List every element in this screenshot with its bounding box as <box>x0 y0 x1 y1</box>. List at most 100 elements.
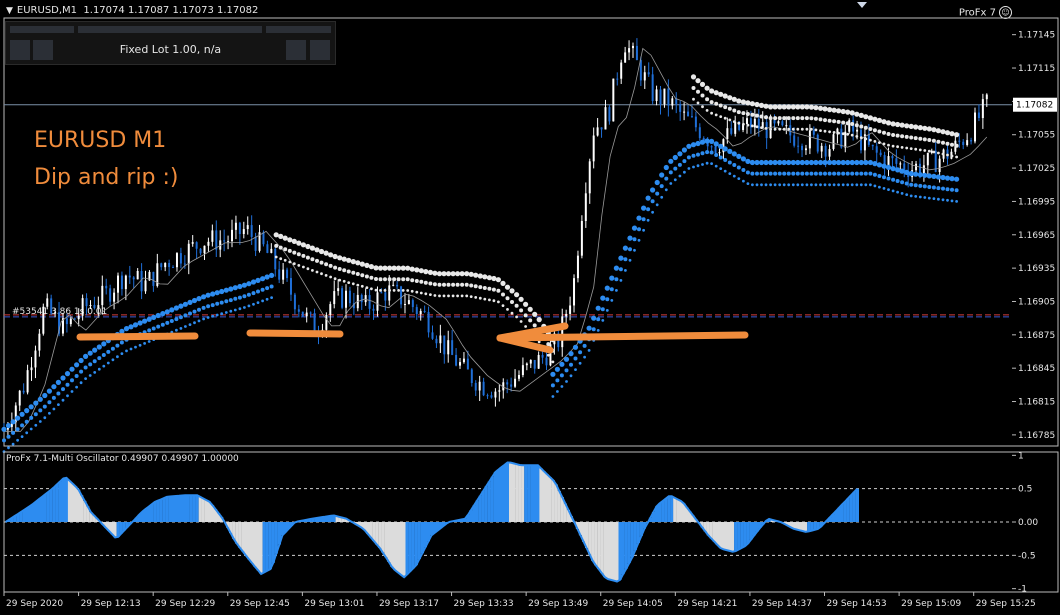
blue-signal-dot <box>819 183 822 187</box>
candle-body <box>26 370 29 393</box>
white-signal-dot <box>488 298 491 302</box>
blue-signal-dot <box>641 217 646 222</box>
white-signal-dot <box>817 105 824 111</box>
oscillator-bar <box>414 522 418 566</box>
blue-signal-dot <box>74 374 79 378</box>
candle-body <box>160 263 163 268</box>
white-signal-dot <box>819 129 822 133</box>
blue-signal-dot <box>741 168 746 172</box>
oscillator-bar <box>408 522 412 572</box>
blue-signal-dot <box>97 356 102 361</box>
white-signal-dot <box>501 304 505 307</box>
oscillator-bar <box>509 462 513 522</box>
white-signal-dot <box>391 265 397 271</box>
white-signal-dot <box>546 353 550 357</box>
blue-signal-dot <box>646 207 651 212</box>
blue-signal-dot <box>895 167 901 173</box>
candle-body <box>808 130 811 149</box>
blue-signal-dot <box>42 404 47 409</box>
white-signal-dot <box>501 292 505 297</box>
blue-signal-dot <box>728 172 732 176</box>
oscillator-bar <box>852 491 856 522</box>
candle-body <box>576 255 579 279</box>
blue-signal-dot <box>243 306 246 309</box>
oscillator-bar <box>61 478 65 522</box>
white-signal-dot <box>506 308 509 311</box>
blue-signal-dot <box>132 322 139 328</box>
candle-body <box>569 305 572 314</box>
white-signal-dot <box>813 105 819 111</box>
oscillator-bar <box>536 465 540 522</box>
white-signal-dot <box>464 282 469 287</box>
candle-body <box>85 298 88 307</box>
oscillator-bar <box>64 477 68 522</box>
blue-signal-dot <box>260 276 266 282</box>
oscillator-bar <box>55 484 59 522</box>
white-signal-dot <box>755 125 759 129</box>
blue-signal-dot <box>896 190 899 194</box>
white-signal-dot <box>324 262 329 267</box>
oscillator-bar <box>37 499 41 522</box>
white-signal-dot <box>709 88 715 94</box>
blue-signal-dot <box>850 171 855 176</box>
blue-signal-dot <box>587 349 591 352</box>
blue-signal-dot <box>160 322 165 327</box>
blue-signal-dot <box>945 187 950 192</box>
oscillator-bar <box>250 522 254 563</box>
candle-body <box>191 242 194 244</box>
blue-signal-dot <box>877 174 882 178</box>
candle-body <box>439 335 442 344</box>
blue-signal-dot <box>619 279 623 282</box>
candle-body <box>573 278 576 306</box>
candle-body <box>289 278 292 295</box>
oscillator-bar <box>150 504 154 522</box>
blue-signal-dot <box>760 183 763 187</box>
oscillator-bar <box>259 522 263 574</box>
blue-signal-dot <box>197 319 201 323</box>
blue-signal-dot <box>206 316 210 319</box>
blue-signal-dot <box>659 184 664 189</box>
blue-signal-dot <box>637 238 641 242</box>
oscillator-bar <box>588 522 592 555</box>
x-tick-label: 29 Sep 13:01 <box>304 599 364 609</box>
blue-signal-dot <box>56 391 61 396</box>
blue-signal-dot <box>250 279 257 285</box>
white-signal-dot <box>423 280 428 285</box>
price-chart[interactable]: 1.171451.171151.170851.170551.170251.169… <box>0 0 1060 615</box>
oscillator-bar <box>557 490 561 522</box>
blue-signal-dot <box>210 303 215 308</box>
white-signal-dot <box>900 134 905 139</box>
blue-signal-dot <box>718 155 723 160</box>
blue-signal-dot <box>727 148 733 154</box>
white-signal-dot <box>723 116 727 120</box>
oscillator-bar <box>153 502 157 522</box>
white-signal-dot <box>328 263 333 268</box>
white-signal-dot <box>383 289 387 292</box>
candle-body <box>380 292 383 294</box>
blue-signal-dot <box>7 446 10 450</box>
white-signal-dot <box>333 277 337 281</box>
candle-body <box>726 128 729 140</box>
blue-signal-dot <box>855 183 859 187</box>
oscillator-bar <box>499 467 503 522</box>
oscillator-bar <box>545 474 549 522</box>
blue-signal-dot <box>955 200 958 203</box>
oscillator-bar <box>603 522 607 578</box>
white-signal-dot <box>755 113 759 118</box>
oscillator-bar <box>31 503 35 522</box>
candle-body <box>242 229 245 235</box>
candle-body <box>667 88 670 106</box>
oscillator-layer: 29 Sep 2020 29 Sep 12:13 29 Sep 12:29 29 Se… <box>3 451 1059 609</box>
y-tick-label: 1.16935 <box>1018 264 1055 274</box>
blue-signal-dot <box>622 245 629 251</box>
white-signal-dot <box>827 107 833 113</box>
oscillator-bar <box>843 501 847 522</box>
white-signal-dot <box>751 124 754 128</box>
candle-body <box>270 248 273 253</box>
white-signal-dot <box>437 282 442 287</box>
blue-signal-dot <box>782 171 787 176</box>
annotation-subtitle: Dip and rip :) <box>34 165 179 190</box>
white-signal-dot <box>931 138 936 143</box>
blue-signal-dot <box>173 305 179 311</box>
blue-signal-dot <box>224 299 229 304</box>
